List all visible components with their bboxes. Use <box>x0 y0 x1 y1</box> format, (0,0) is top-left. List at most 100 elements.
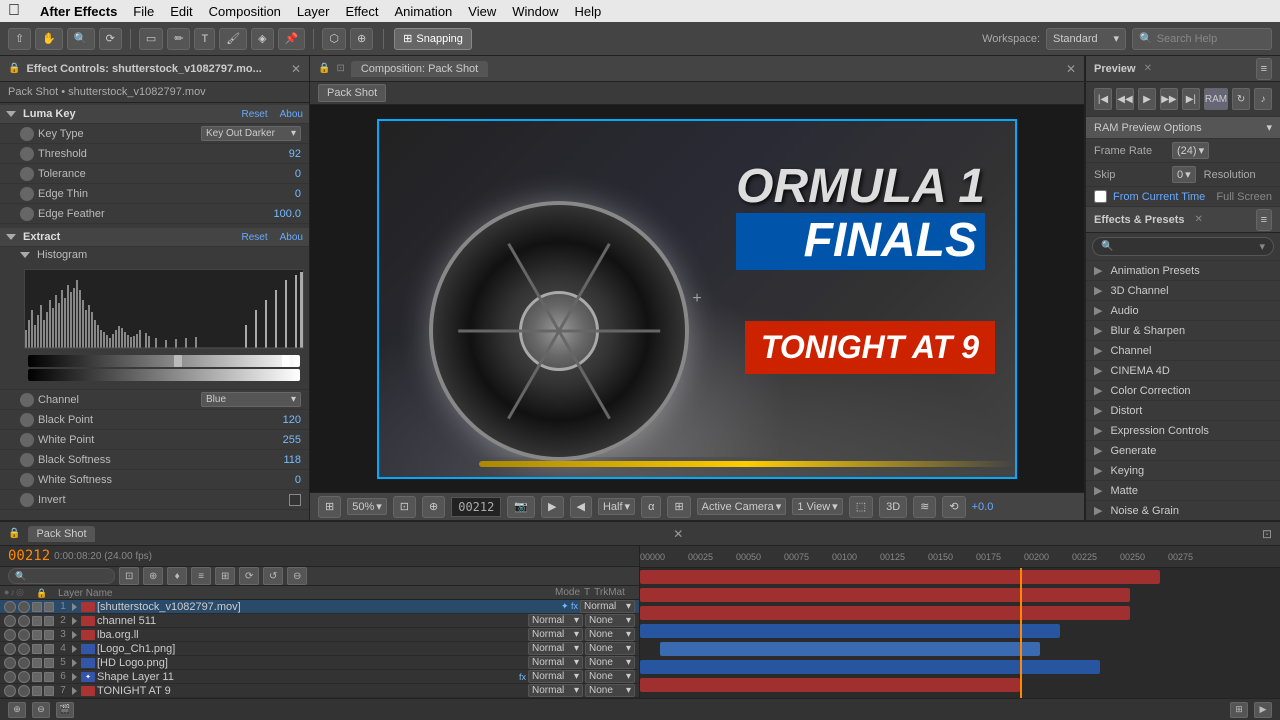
histogram-slider-handle-right[interactable] <box>282 355 290 367</box>
from-current-checkbox[interactable] <box>1094 190 1107 203</box>
tl-btn-7[interactable]: ↺ <box>263 567 283 585</box>
tool-brush[interactable]: 🖌 <box>219 28 247 50</box>
layer-5-audio[interactable] <box>18 657 30 669</box>
effects-search-dropdown[interactable]: ▾ <box>1259 240 1265 253</box>
tool-text[interactable]: T <box>194 28 215 50</box>
bb-btn-5[interactable]: ▶ <box>1254 702 1272 718</box>
layer-5-lock[interactable] <box>44 658 54 668</box>
comp-settings-btn[interactable]: ⊞ <box>318 496 341 518</box>
tool-rect[interactable]: ▭ <box>139 28 163 50</box>
menu-window[interactable]: Window <box>512 4 558 19</box>
view-mode-dropdown[interactable]: Half ▾ <box>598 498 635 515</box>
from-current-label[interactable]: From Current Time <box>1113 191 1205 203</box>
preview-close-btn[interactable]: ✕ <box>1144 63 1152 74</box>
tool-pin[interactable]: 📌 <box>278 28 306 50</box>
layer-row-2[interactable]: 2 channel 511 Normal▾ None▾ <box>0 614 639 628</box>
layer-4-solo[interactable] <box>32 644 42 654</box>
black-point-value[interactable]: 120 <box>261 414 301 426</box>
menu-layer[interactable]: Layer <box>297 4 330 19</box>
tool-rotate[interactable]: ⟳ <box>99 28 122 50</box>
layer-3-vis[interactable] <box>4 629 16 641</box>
menu-file[interactable]: File <box>133 4 154 19</box>
white-softness-value[interactable]: 0 <box>261 474 301 486</box>
tl-tab[interactable]: Pack Shot <box>28 526 94 542</box>
histogram-collapse-icon[interactable] <box>20 252 30 258</box>
layer-3-lock[interactable] <box>44 630 54 640</box>
tl-btn-1[interactable]: ⊡ <box>119 567 139 585</box>
skip-dropdown[interactable]: 0 ▾ <box>1172 166 1196 183</box>
layer-3-trkmat[interactable]: None▾ <box>585 628 635 641</box>
menu-help[interactable]: Help <box>574 4 601 19</box>
comp-3d-btn[interactable]: 3D <box>879 496 907 518</box>
comp-reset-btn[interactable]: ⟲ <box>942 496 965 518</box>
comp-grid-btn[interactable]: ⊞ <box>667 496 690 518</box>
tolerance-value[interactable]: 0 <box>261 168 301 180</box>
tool-clone[interactable]: ◈ <box>251 28 273 50</box>
comp-alpha-btn[interactable]: α <box>641 496 661 518</box>
layer-row-3[interactable]: 3 lba.org.ll Normal▾ None▾ <box>0 628 639 642</box>
layer-5-trkmat[interactable]: None▾ <box>585 656 635 669</box>
menu-animation[interactable]: Animation <box>394 4 452 19</box>
layer-6-lock[interactable] <box>44 672 54 682</box>
cat-channel[interactable]: ▶ Channel <box>1086 341 1280 361</box>
edge-thin-value[interactable]: 0 <box>261 188 301 200</box>
layer-row-1[interactable]: 1 [shutterstock_v1082797.mov] ✦ fx Norma… <box>0 600 639 614</box>
layer-row-6[interactable]: 6 ✦ Shape Layer 11 fx Normal▾ None▾ <box>0 670 639 684</box>
menu-edit[interactable]: Edit <box>170 4 192 19</box>
layer-row-7[interactable]: 7 TONIGHT AT 9 Normal▾ None▾ <box>0 684 639 698</box>
comp-motion-btn[interactable]: ≋ <box>913 496 936 518</box>
first-frame-btn[interactable]: |◀ <box>1094 88 1112 110</box>
layer-6-solo[interactable] <box>32 672 42 682</box>
cat-cinema4d[interactable]: ▶ CINEMA 4D <box>1086 361 1280 381</box>
comp-back-btn[interactable]: ◀ <box>570 496 592 518</box>
layer-7-solo[interactable] <box>32 686 42 696</box>
layer-7-lock[interactable] <box>44 686 54 696</box>
cat-expression-controls[interactable]: ▶ Expression Controls <box>1086 421 1280 441</box>
cat-distort[interactable]: ▶ Distort <box>1086 401 1280 421</box>
tool-hand[interactable]: ✋ <box>35 28 63 50</box>
comp-breadcrumb-tab[interactable]: Pack Shot <box>318 84 386 102</box>
stop-btn[interactable]: ▶▶ <box>1160 88 1178 110</box>
luma-key-about-btn[interactable]: Abou <box>280 109 303 120</box>
ram-preview-menu[interactable]: ▾ <box>1266 121 1272 134</box>
tool-zoom[interactable]: 🔍 <box>67 28 95 50</box>
layer-4-trkmat[interactable]: None▾ <box>585 642 635 655</box>
layer-5-mode[interactable]: Normal▾ <box>528 656 583 669</box>
layer-2-audio[interactable] <box>18 615 30 627</box>
tool-track[interactable]: ⊕ <box>350 28 373 50</box>
snapping-toggle[interactable]: ⊞ Snapping <box>394 28 472 50</box>
layer-4-vis[interactable] <box>4 643 16 655</box>
layer-row-4[interactable]: 4 [Logo_Ch1.png] Normal▾ None▾ <box>0 642 639 656</box>
layer-1-vis[interactable] <box>4 601 16 613</box>
layer-7-audio[interactable] <box>18 685 30 697</box>
play-btn[interactable]: ▶ <box>1138 88 1156 110</box>
audio-btn[interactable]: ♪ <box>1254 88 1272 110</box>
extract-about-btn[interactable]: Abou <box>280 232 303 243</box>
cat-blur-sharpen[interactable]: ▶ Blur & Sharpen <box>1086 321 1280 341</box>
cat-animation-presets[interactable]: ▶ Animation Presets <box>1086 261 1280 281</box>
prev-frame-btn[interactable]: ◀◀ <box>1116 88 1134 110</box>
layer-7-vis[interactable] <box>4 685 16 697</box>
tool-roto[interactable]: ⬡ <box>322 28 346 50</box>
extract-reset-btn[interactable]: Reset <box>242 232 268 243</box>
comp-forward-btn[interactable]: ▶ <box>541 496 563 518</box>
camera-dropdown[interactable]: Active Camera ▾ <box>697 498 787 515</box>
tl-expand-btn[interactable]: ⊡ <box>1262 527 1272 541</box>
full-screen-label[interactable]: Full Screen <box>1216 191 1272 203</box>
layer-3-expand[interactable] <box>72 631 77 639</box>
layer-3-audio[interactable] <box>18 629 30 641</box>
workspace-select[interactable]: Standard ▾ <box>1046 28 1126 50</box>
menu-effect[interactable]: Effect <box>345 4 378 19</box>
layer-1-mode[interactable]: Normal▾ <box>580 600 635 613</box>
tl-btn-6[interactable]: ⟳ <box>239 567 259 585</box>
menu-view[interactable]: View <box>468 4 496 19</box>
layer-6-expand[interactable] <box>72 673 77 681</box>
tl-current-time[interactable]: 00212 <box>8 548 50 564</box>
invert-checkbox[interactable] <box>289 494 301 506</box>
layer-2-lock[interactable] <box>44 616 54 626</box>
zoom-dropdown[interactable]: 50% ▾ <box>347 498 387 515</box>
layer-2-mode[interactable]: Normal▾ <box>528 614 583 627</box>
tl-btn-4[interactable]: ≡ <box>191 567 211 585</box>
layer-6-mode[interactable]: Normal▾ <box>528 670 583 683</box>
tl-btn-2[interactable]: ⊕ <box>143 567 163 585</box>
